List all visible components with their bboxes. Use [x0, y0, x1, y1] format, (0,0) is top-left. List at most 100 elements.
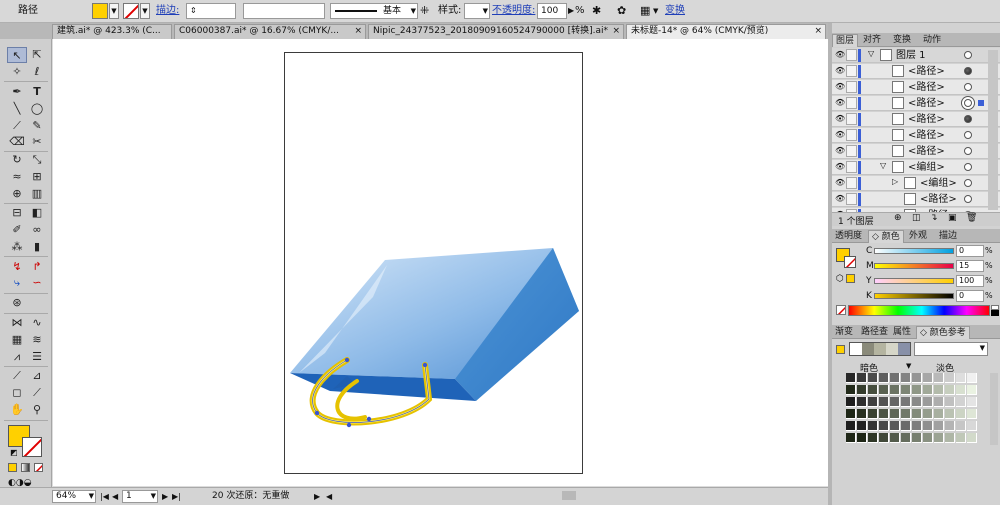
artboard-tool-icon[interactable]: ◻ — [7, 385, 27, 401]
target-indicator-icon[interactable] — [964, 67, 972, 75]
layer-row[interactable]: 👁 ▽ <编组> — [832, 160, 1000, 175]
visibility-eye-icon[interactable]: 👁 — [835, 162, 845, 172]
color-guide-swatch[interactable] — [912, 409, 922, 419]
target-indicator-icon[interactable] — [964, 83, 972, 91]
color-guide-swatch[interactable] — [934, 421, 944, 431]
new-sublayer-icon[interactable]: ↴ — [930, 213, 938, 223]
tab-actions[interactable]: 动作 — [920, 34, 944, 47]
channel-slider[interactable] — [874, 293, 954, 299]
color-guide-swatch[interactable] — [956, 373, 966, 383]
paintbrush-tool-icon[interactable]: ⟋ — [7, 118, 27, 134]
visibility-eye-icon[interactable]: 👁 — [835, 130, 845, 140]
color-guide-swatch[interactable] — [890, 433, 900, 443]
expand-triangle-icon[interactable]: ▽ — [868, 49, 874, 58]
stroke-weight-field[interactable]: ⇕ — [186, 3, 236, 19]
target-icon[interactable]: ⊛ — [7, 295, 27, 311]
variable-width-profile-select[interactable] — [243, 3, 325, 19]
prev-artboard-icon[interactable]: ◀ — [112, 490, 118, 503]
selection-tool-icon[interactable]: ↖ — [7, 47, 27, 63]
color-guide-swatch[interactable] — [934, 433, 944, 443]
column-graph-tool-icon[interactable]: ▮ — [27, 239, 47, 255]
target-indicator-icon[interactable] — [964, 51, 972, 59]
status-menu-icon[interactable]: ▶ — [314, 490, 320, 503]
opacity-field[interactable]: 100 — [537, 3, 567, 19]
color-guide-swatch[interactable] — [934, 373, 944, 383]
locate-object-icon[interactable]: ⊕ — [894, 213, 902, 223]
color-guide-swatch[interactable] — [901, 373, 911, 383]
stroke-label-link[interactable]: 描边: — [156, 3, 179, 19]
harmony-rules-select[interactable]: ▼ — [914, 342, 988, 356]
close-icon[interactable]: × — [814, 25, 822, 38]
color-guide-swatch[interactable] — [857, 385, 867, 395]
lock-toggle[interactable] — [846, 177, 857, 189]
color-guide-swatch[interactable] — [912, 385, 922, 395]
tab-stroke[interactable]: 描边 — [936, 230, 960, 243]
anchor-point[interactable] — [366, 416, 372, 422]
fill-dropdown-arrow-icon[interactable]: ▼ — [109, 3, 119, 19]
color-guide-swatch[interactable] — [901, 385, 911, 395]
gradient-tool-icon[interactable]: ◧ — [27, 205, 47, 221]
color-guide-swatch[interactable] — [857, 373, 867, 383]
lock-toggle[interactable] — [846, 97, 857, 109]
layer-row[interactable]: 👁 ▽ 图层 1 — [832, 48, 1000, 63]
blend-tool-icon[interactable]: ∞ — [27, 222, 47, 238]
color-spectrum[interactable] — [848, 305, 990, 316]
channel-value-field[interactable]: 100 — [956, 275, 984, 287]
free-transform-tool-icon[interactable]: ⊞ — [27, 169, 47, 185]
layer-row[interactable]: 👁 <路径> — [832, 192, 1000, 207]
target-indicator-icon[interactable] — [964, 163, 972, 171]
color-guide-swatch[interactable] — [945, 409, 955, 419]
color-guide-swatch[interactable] — [934, 385, 944, 395]
zoom-select[interactable]: 64% ▼ — [52, 490, 96, 503]
wave-tool-icon[interactable]: ∿ — [27, 315, 47, 331]
color-guide-swatch[interactable] — [912, 397, 922, 407]
channel-slider[interactable] — [874, 248, 954, 254]
color-guide-swatch[interactable] — [923, 409, 933, 419]
channel-slider[interactable] — [874, 263, 954, 269]
color-guide-swatch[interactable] — [857, 433, 867, 443]
target-indicator-icon[interactable] — [964, 99, 972, 107]
zoom-tool-icon[interactable]: ⚲ — [27, 402, 47, 418]
color-guide-swatch[interactable] — [868, 409, 878, 419]
align-icon[interactable]: ⁜ — [420, 3, 429, 19]
line-tool-icon[interactable]: ╲ — [7, 101, 27, 117]
tab-attributes[interactable]: 属性 — [890, 326, 914, 339]
hand-tool-icon[interactable]: ✋ — [7, 402, 27, 418]
color-guide-swatch[interactable] — [846, 421, 856, 431]
channel-value-field[interactable]: 0 — [956, 245, 984, 257]
horizontal-scrollbar-thumb[interactable] — [562, 491, 576, 500]
visibility-eye-icon[interactable]: 👁 — [835, 178, 845, 188]
canvas-area[interactable] — [53, 39, 828, 486]
color-guide-swatch[interactable] — [945, 385, 955, 395]
wrinkle-tool-icon[interactable]: ≋ — [27, 332, 47, 348]
lock-toggle[interactable] — [846, 81, 857, 93]
visibility-eye-icon[interactable]: 👁 — [835, 66, 845, 76]
perspective-grid-tool-icon[interactable]: ⊟ — [7, 205, 27, 221]
color-guide-swatch[interactable] — [846, 373, 856, 383]
rotate-tool-icon[interactable]: ↻ — [7, 152, 27, 168]
color-guide-swatch[interactable] — [901, 397, 911, 407]
harmony-rules-strip[interactable] — [849, 342, 911, 356]
color-guide-swatch[interactable] — [879, 421, 889, 431]
clipping-mask-icon[interactable]: ◫ — [912, 213, 921, 223]
width-tool-icon[interactable]: ⋈ — [7, 315, 27, 331]
layer-row[interactable]: 👁 <路径> — [832, 96, 1000, 111]
layer-row[interactable]: 👁 <路径> — [832, 128, 1000, 143]
color-guide-swatch[interactable] — [846, 397, 856, 407]
color-guide-swatch[interactable] — [923, 433, 933, 443]
color-guide-swatch[interactable] — [879, 385, 889, 395]
tab-appearance[interactable]: 外观 — [906, 230, 930, 243]
curve-tool-icon[interactable]: ↱ — [27, 259, 47, 275]
layer-row[interactable]: 👁 <路径> — [832, 80, 1000, 95]
color-guide-swatch[interactable] — [879, 373, 889, 383]
layer-row[interactable]: 👁 ▷ <编组> — [832, 176, 1000, 191]
color-guide-swatch[interactable] — [934, 409, 944, 419]
color-guide-swatch[interactable] — [923, 373, 933, 383]
knife-tool-icon[interactable]: ⟋ — [27, 385, 47, 401]
lock-toggle[interactable] — [846, 161, 857, 173]
fill-swatch[interactable] — [92, 3, 108, 19]
warp-tool-icon[interactable]: ≈ — [7, 169, 27, 185]
color-guide-swatch[interactable] — [912, 433, 922, 443]
opacity-arrow-icon[interactable]: ▶ — [568, 3, 574, 19]
eyedropper-tool-icon[interactable]: ✐ — [7, 222, 27, 238]
